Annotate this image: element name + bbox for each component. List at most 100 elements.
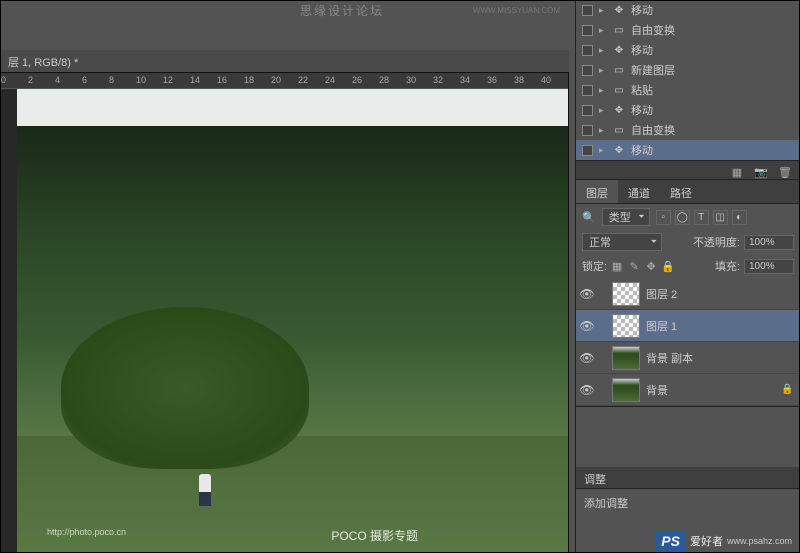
ruler-mark: 36 bbox=[487, 75, 497, 85]
history-step-icon: ✥ bbox=[613, 44, 625, 56]
ruler-mark: 24 bbox=[325, 75, 335, 85]
watermark-bottom: PS 爱好者 www.psahz.com bbox=[655, 531, 792, 551]
layer-name[interactable]: 背景 副本 bbox=[646, 350, 693, 366]
lock-pixels-icon[interactable]: ✎ bbox=[627, 259, 641, 273]
lock-position-icon[interactable]: ✥ bbox=[644, 259, 658, 273]
layer-thumbnail[interactable] bbox=[612, 346, 640, 370]
document-title: 层 1, RGB/8) * bbox=[8, 54, 78, 70]
ruler-mark: 20 bbox=[271, 75, 281, 85]
layer-thumbnail[interactable] bbox=[612, 282, 640, 306]
history-step-label: 自由变换 bbox=[631, 122, 675, 138]
history-step-label: 新建图层 bbox=[631, 62, 675, 78]
history-step-icon: ✥ bbox=[613, 4, 625, 16]
layer-item[interactable]: 👁 背景 副本 bbox=[576, 342, 800, 374]
document-window: 0246810121416182022242628303234363840 PO… bbox=[0, 72, 569, 553]
layer-item[interactable]: 👁 图层 2 bbox=[576, 278, 800, 310]
history-step-icon: ▭ bbox=[613, 124, 625, 136]
tab-paths[interactable]: 路径 bbox=[660, 180, 702, 203]
history-panel: ▸ ✥ 移动 ▸ ▭ 自由变换 ▸ ✥ 移动 ▸ ▭ 新建图层 ▸ ▭ 粘贴 ▸… bbox=[576, 0, 800, 180]
history-item[interactable]: ▸ ▭ 粘贴 bbox=[576, 80, 800, 100]
ruler-mark: 38 bbox=[514, 75, 524, 85]
layer-name[interactable]: 图层 2 bbox=[646, 286, 677, 302]
document-tab[interactable]: 层 1, RGB/8) * bbox=[0, 50, 569, 73]
history-step-icon: ▭ bbox=[613, 64, 625, 76]
filter-shape-icon[interactable]: ◫ bbox=[713, 210, 728, 225]
history-checkbox[interactable] bbox=[582, 145, 593, 156]
watermark-top-title: 思缘设计论坛 bbox=[300, 2, 384, 19]
image-person bbox=[199, 474, 211, 506]
ruler-mark: 0 bbox=[1, 75, 6, 85]
ruler-mark: 32 bbox=[433, 75, 443, 85]
layer-name[interactable]: 图层 1 bbox=[646, 318, 677, 334]
history-step-icon: ✥ bbox=[613, 104, 625, 116]
history-step-icon: ▭ bbox=[613, 84, 625, 96]
tab-layers[interactable]: 图层 bbox=[576, 180, 618, 203]
ruler-mark: 26 bbox=[352, 75, 362, 85]
history-step-label: 粘贴 bbox=[631, 82, 653, 98]
fill-label: 填充: bbox=[715, 258, 740, 274]
layers-panel-tabs: 图层 通道 路径 bbox=[576, 180, 800, 204]
ruler-mark: 16 bbox=[217, 75, 227, 85]
filter-adjust-icon[interactable]: ◯ bbox=[675, 210, 690, 225]
layer-visibility-icon[interactable]: 👁 bbox=[580, 383, 594, 397]
adjustments-tab[interactable]: 调整 bbox=[576, 467, 800, 489]
watermark-poco-url: http://photo.poco.cn bbox=[47, 527, 126, 537]
history-step-icon: ✥ bbox=[613, 144, 625, 156]
adjustments-body-label: 添加调整 bbox=[576, 489, 800, 517]
history-arrow-icon: ▸ bbox=[599, 65, 607, 76]
history-item[interactable]: ▸ ✥ 移动 bbox=[576, 0, 800, 20]
ruler-mark: 18 bbox=[244, 75, 254, 85]
blend-mode-dropdown[interactable]: 正常 bbox=[582, 233, 662, 251]
history-step-label: 移动 bbox=[631, 102, 653, 118]
tab-channels[interactable]: 通道 bbox=[618, 180, 660, 203]
history-checkbox[interactable] bbox=[582, 85, 593, 96]
history-checkbox[interactable] bbox=[582, 25, 593, 36]
ruler-mark: 40 bbox=[541, 75, 551, 85]
history-arrow-icon: ▸ bbox=[599, 5, 607, 16]
history-arrow-icon: ▸ bbox=[599, 105, 607, 116]
history-checkbox[interactable] bbox=[582, 65, 593, 76]
ruler-mark: 12 bbox=[163, 75, 173, 85]
history-item[interactable]: ▸ ▭ 自由变换 bbox=[576, 20, 800, 40]
layer-lock-icon: 🔒 bbox=[781, 384, 792, 395]
opacity-input[interactable]: 100% bbox=[744, 235, 794, 250]
layer-visibility-icon[interactable]: 👁 bbox=[580, 319, 594, 333]
history-arrow-icon: ▸ bbox=[599, 85, 607, 96]
layer-thumbnail[interactable] bbox=[612, 378, 640, 402]
lock-transparent-icon[interactable]: ▦ bbox=[610, 259, 624, 273]
history-step-label: 移动 bbox=[631, 2, 653, 18]
history-toolbar: ▦ 📷 🗑 bbox=[576, 160, 800, 180]
layer-filter-dropdown[interactable]: 类型 bbox=[602, 208, 650, 226]
layer-item[interactable]: 👁 背景 🔒 bbox=[576, 374, 800, 406]
filter-pixel-icon[interactable]: ▫ bbox=[656, 210, 671, 225]
ps-text: 爱好者 bbox=[690, 533, 723, 549]
history-item[interactable]: ▸ ▭ 自由变换 bbox=[576, 120, 800, 140]
history-item[interactable]: ▸ ✥ 移动 bbox=[576, 140, 800, 160]
history-checkbox[interactable] bbox=[582, 5, 593, 16]
adjustments-panel: 调整 添加调整 bbox=[576, 467, 800, 517]
history-checkbox[interactable] bbox=[582, 125, 593, 136]
history-step-icon: ▭ bbox=[613, 24, 625, 36]
ruler-mark: 30 bbox=[406, 75, 416, 85]
history-new-doc-icon[interactable]: ▦ bbox=[730, 166, 744, 180]
history-delete-icon[interactable]: 🗑 bbox=[778, 166, 792, 180]
layer-visibility-icon[interactable]: 👁 bbox=[580, 351, 594, 365]
history-item[interactable]: ▸ ▭ 新建图层 bbox=[576, 60, 800, 80]
ruler-horizontal: 0246810121416182022242628303234363840 bbox=[1, 73, 568, 89]
history-step-label: 移动 bbox=[631, 142, 653, 158]
filter-smart-icon[interactable]: ◐ bbox=[732, 210, 747, 225]
fill-input[interactable]: 100% bbox=[744, 259, 794, 274]
history-checkbox[interactable] bbox=[582, 45, 593, 56]
history-item[interactable]: ▸ ✥ 移动 bbox=[576, 40, 800, 60]
layer-name[interactable]: 背景 bbox=[646, 382, 668, 398]
history-snapshot-icon[interactable]: 📷 bbox=[754, 166, 768, 180]
history-item[interactable]: ▸ ✥ 移动 bbox=[576, 100, 800, 120]
canvas[interactable]: POCO 摄影专题 http://photo.poco.cn bbox=[17, 89, 568, 552]
filter-text-icon[interactable]: T bbox=[694, 210, 709, 225]
layer-item[interactable]: 👁 图层 1 bbox=[576, 310, 800, 342]
layer-visibility-icon[interactable]: 👁 bbox=[580, 287, 594, 301]
lock-all-icon[interactable]: 🔒 bbox=[661, 259, 675, 273]
history-checkbox[interactable] bbox=[582, 105, 593, 116]
ruler-mark: 2 bbox=[28, 75, 33, 85]
layer-thumbnail[interactable] bbox=[612, 314, 640, 338]
